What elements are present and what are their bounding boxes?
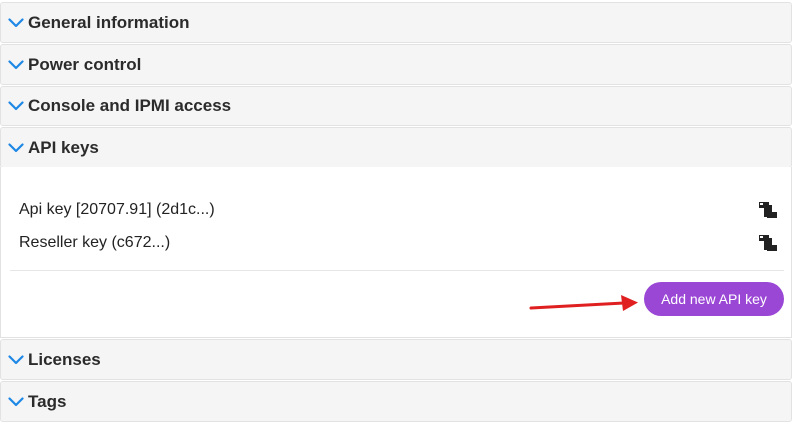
chevron-down-icon xyxy=(8,140,24,156)
server-details-accordion: General information Power control Consol… xyxy=(0,0,800,431)
reseller-key-label: Reseller key (c672...) xyxy=(19,234,171,251)
panel-licenses[interactable]: Licenses xyxy=(0,339,792,380)
panel-power-control[interactable]: Power control xyxy=(0,44,792,85)
panel-title: Console and IPMI access xyxy=(28,96,232,115)
api-key-label: Api key [20707.91] (2d1c...) xyxy=(19,201,215,218)
chevron-down-icon xyxy=(8,57,24,73)
chevron-down-icon xyxy=(8,394,24,410)
chevron-down-icon xyxy=(8,352,24,368)
annotation-arrow xyxy=(529,295,638,311)
panel-title: General information xyxy=(28,12,190,32)
panel-title: Licenses xyxy=(28,349,101,369)
reseller-key-row: Reseller key (c672...) xyxy=(19,230,779,256)
copy-icon[interactable] xyxy=(757,232,779,254)
panel-title: Tags xyxy=(28,391,67,411)
panel-general-information[interactable]: General information xyxy=(0,2,792,43)
panel-console-ipmi[interactable]: Console and IPMI access xyxy=(0,86,792,126)
panel-tags[interactable]: Tags xyxy=(0,381,792,422)
panel-title: Power control xyxy=(28,54,142,74)
add-api-key-button[interactable]: Add new API key xyxy=(644,282,784,316)
api-keys-body: Api key [20707.91] (2d1c...) Reseller ke… xyxy=(0,167,792,338)
panel-title: API keys xyxy=(28,137,99,157)
chevron-down-icon xyxy=(8,98,24,114)
copy-icon[interactable] xyxy=(757,199,779,221)
api-key-row: Api key [20707.91] (2d1c...) xyxy=(19,197,779,223)
panel-api-keys[interactable]: API keys xyxy=(0,127,792,168)
divider xyxy=(10,270,784,271)
chevron-down-icon xyxy=(8,15,24,31)
